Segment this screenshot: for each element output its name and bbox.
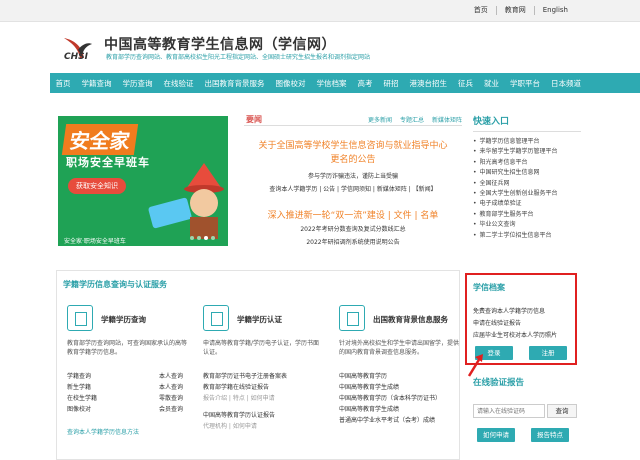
col3-link[interactable]: 中国高等教育学历	[339, 371, 387, 382]
nav-archive[interactable]: 学信档案	[311, 78, 352, 89]
more-news-link[interactable]: 更多新闻	[368, 115, 392, 124]
quick-item[interactable]: 教育部学生服务平台	[473, 210, 581, 220]
news-heading: 要闻	[246, 115, 262, 124]
headline-1b[interactable]: 更名的公告	[244, 152, 462, 165]
top-link-home[interactable]: 首页	[466, 6, 496, 15]
quick-item[interactable]: 来华留学生学籍学历管理平台	[473, 147, 581, 157]
banner-dots[interactable]	[190, 236, 215, 240]
col1-method-link[interactable]: 查询本人学籍学历信息方法	[67, 427, 139, 436]
xuexin-line: 免费查询本人学籍学历信息	[473, 308, 546, 315]
nav-xuezhi[interactable]: 学职平台	[505, 78, 546, 89]
nav-xueli[interactable]: 学历查询	[117, 78, 158, 89]
col1-link[interactable]: 零散查询	[159, 393, 183, 404]
news-line-1[interactable]: 参与学历诈骗违法，谨防上当受骗	[244, 171, 462, 180]
quick-item[interactable]: 电子成绩单验证	[473, 199, 581, 209]
quick-item[interactable]: 毕业公文查询	[473, 220, 581, 230]
report-heading: 在线验证报告	[473, 378, 525, 388]
col1-link[interactable]: 本人查询	[159, 382, 183, 393]
banner-footer: 安全家·职场安全早班车	[64, 238, 126, 245]
quick-item[interactable]: 全国征兵网	[473, 179, 581, 189]
nav-yanzhao[interactable]: 研招	[378, 78, 404, 89]
col1-link[interactable]: 会员查询	[159, 404, 183, 415]
col1-title[interactable]: 学籍学历查询	[101, 314, 146, 325]
nav-home[interactable]: 首页	[50, 78, 76, 89]
col1-link[interactable]: 图像校对	[67, 404, 91, 415]
quick-item[interactable]: 第二学士学位招生信息平台	[473, 231, 581, 241]
nav-image[interactable]: 图像校对	[270, 78, 311, 89]
quick-item[interactable]: 阳光高考信息平台	[473, 158, 581, 168]
quick-heading: 快速入口	[473, 114, 581, 132]
site-title: 中国高等教育学生信息网（学信网）	[104, 37, 336, 53]
xuexin-line: 申请在线验证报告	[473, 320, 522, 327]
col3-title[interactable]: 出国教育背景信息服务	[373, 314, 448, 325]
nav-gaokao[interactable]: 高考	[352, 78, 378, 89]
top-bar: 首页 教育网 English	[0, 0, 640, 22]
news-line-2[interactable]: 查询本人学籍学历 | 公告 | 学信网须知 | 新媒体矩阵 | 【新闻】	[244, 184, 462, 193]
cartoon-figure-icon	[184, 163, 224, 239]
site-subtitle: 教育部学历查询网站、教育部高校招生阳光工程指定网站、全国硕士研究生招生报名和调剂…	[106, 54, 371, 61]
register-button[interactable]: 注册	[529, 346, 567, 360]
query-button[interactable]: 查询	[547, 404, 577, 418]
report-feature-button[interactable]: 报告特点	[531, 428, 569, 442]
headline-2[interactable]: 深入推进新一轮“双一流”建设 | 文件 | 名单	[244, 208, 462, 221]
col2-title[interactable]: 学籍学历认证	[237, 314, 282, 325]
nav-japan[interactable]: 日本频道	[546, 78, 587, 89]
col1-link[interactable]: 学籍查询	[67, 371, 91, 382]
service-panel: 学籍学历信息查询与认证服务 学籍学历查询 教育部学历查询网站，可查询国家承认的高…	[56, 270, 460, 460]
certificate-icon	[203, 305, 229, 331]
top-link-edu[interactable]: 教育网	[495, 6, 534, 15]
verify-report-panel: 在线验证报告 查询 如何申请 报告特点	[473, 376, 577, 442]
media-link[interactable]: 新媒体矩阵	[432, 115, 462, 124]
top-links: 首页 教育网 English	[466, 6, 576, 15]
banner-title: 安全家	[61, 124, 139, 155]
xuexin-heading[interactable]: 学信档案	[473, 282, 505, 293]
col3-link[interactable]: 中国高等教育学历（含本科学历证书）	[339, 393, 441, 404]
quick-item[interactable]: 中国研究生招生信息网	[473, 168, 581, 178]
topics-link[interactable]: 专题汇总	[400, 115, 424, 124]
col3-link[interactable]: 普通高中学业水平考试（会考）成绩	[339, 415, 435, 426]
nav-jiuye[interactable]: 就业	[479, 78, 505, 89]
globe-doc-icon	[339, 305, 365, 331]
headline-1[interactable]: 关于全国高等学校学生信息咨询与就业指导中心	[244, 138, 462, 151]
quick-entry: 快速入口 学籍学历信息管理平台 来华留学生学籍学历管理平台 阳光高考信息平台 中…	[473, 114, 581, 241]
news-line-3[interactable]: 2022年考研分数查询及复试分数线汇总	[244, 224, 462, 233]
col2-link[interactable]: 教育部学历证书电子注册备案表	[203, 371, 287, 382]
col2-desc: 申请高等教育学籍/学历电子认证，学历书面认证。	[203, 340, 320, 356]
xuexin-line: 应届毕业生可校对本人学历照片	[473, 332, 558, 339]
nav-abroad[interactable]: 出国教育背景服务	[199, 78, 270, 89]
verify-code-input[interactable]	[473, 404, 545, 418]
news-line-4[interactable]: 2022年研招调剂系统使用说明公告	[244, 237, 462, 246]
nav-xueji[interactable]: 学籍查询	[76, 78, 117, 89]
col2-link[interactable]: 中国高等教育学历认证报告	[203, 410, 275, 421]
top-link-english[interactable]: English	[533, 6, 576, 15]
banner-subtitle: 职场安全早班车	[66, 156, 150, 169]
col1-link[interactable]: 本人查询	[159, 371, 183, 382]
col1-desc: 教育部学历查询网站，可查询国家承认的高等教育学籍学历信息。	[67, 340, 188, 356]
col2-link[interactable]: 教育部学籍在线验证报告	[203, 382, 269, 393]
logo-text: CHSI	[64, 52, 88, 62]
col3-link[interactable]: 中国高等教育学生成绩	[339, 404, 399, 415]
col1-link[interactable]: 在校生学籍	[67, 393, 97, 404]
banner-cta-button[interactable]: 获取安全知识	[68, 178, 126, 194]
quick-item[interactable]: 全国大学生创新创业服务平台	[473, 189, 581, 199]
col1-link[interactable]: 新生学籍	[67, 382, 91, 393]
nav-gat[interactable]: 港澳台招生	[404, 78, 453, 89]
pointer-arrow-icon	[467, 354, 483, 377]
promo-banner[interactable]: 安全家 职场安全早班车 获取安全知识 安全家·职场安全早班车	[58, 116, 228, 246]
col2-sub[interactable]: 报告介绍 | 特点 | 如何申请	[203, 393, 275, 404]
nav-verify[interactable]: 在线验证	[158, 78, 199, 89]
service-heading: 学籍学历信息查询与认证服务	[63, 280, 167, 289]
col3-link[interactable]: 中国高等教育学生成绩	[339, 382, 399, 393]
how-to-apply-button[interactable]: 如何申请	[477, 428, 515, 442]
col3-desc: 针对境外高校招生和学生申请出国留学，提供的国内教育背景调查信息服务。	[339, 340, 460, 356]
col2-sub[interactable]: 代理机构 | 如何申请	[203, 421, 257, 432]
quick-item[interactable]: 学籍学历信息管理平台	[473, 137, 581, 147]
main-nav: 首页 学籍查询 学历查询 在线验证 出国教育背景服务 图像校对 学信档案 高考 …	[50, 73, 640, 93]
document-icon	[67, 305, 93, 331]
nav-zhengbing[interactable]: 征兵	[453, 78, 479, 89]
